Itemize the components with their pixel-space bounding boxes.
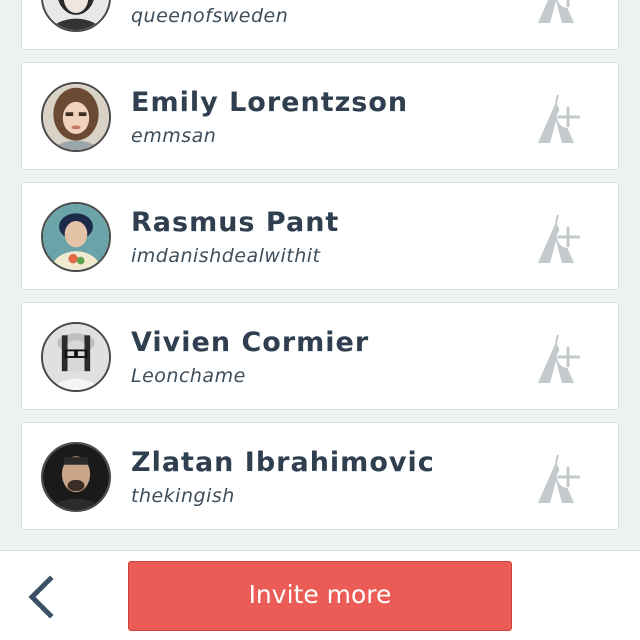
avatar-man-icon [43,204,109,270]
tent-add-icon [538,0,579,23]
avatar [41,442,111,512]
contact-card[interactable]: Zlatan Ibrahimovic thekingish [21,422,619,530]
contact-name: Vivien Cormier [131,327,370,358]
avatar-woman-icon [43,84,109,150]
contact-handle: emmsan [131,125,217,147]
avatar-man-icon [43,444,109,510]
avatar [41,82,111,152]
invite-more-button[interactable]: Invite more [128,561,512,631]
contact-list: queenofsweden Emily Lorentzson emmsan Ra… [0,0,640,550]
tent-add-icon [538,334,580,383]
contact-card[interactable]: queenofsweden [21,0,619,50]
contact-card[interactable]: Emily Lorentzson emmsan [21,62,619,170]
add-contact-button[interactable] [534,447,594,507]
add-contact-button[interactable] [534,207,594,267]
contact-name: Emily Lorentzson [131,87,409,118]
contact-card[interactable]: Rasmus Pant imdanishdealwithit [21,182,619,290]
avatar [41,202,111,272]
add-contact-button[interactable] [534,87,594,147]
tent-add-icon [538,94,580,143]
add-contact-button[interactable] [534,0,594,27]
contact-handle: thekingish [131,485,235,507]
contact-name: Zlatan Ibrahimovic [131,447,435,478]
contact-handle: Leonchame [131,365,246,387]
contact-handle: queenofsweden [131,5,289,27]
add-contact-button[interactable] [534,327,594,387]
contact-handle: imdanishdealwithit [131,245,321,267]
back-button[interactable] [22,575,62,619]
avatar-woman-icon [43,0,109,30]
footer-bar: Invite more [0,550,640,640]
avatar [41,0,111,32]
chevron-left-icon [28,575,54,619]
avatar-man-glasses-icon [43,324,109,390]
contact-card[interactable]: Vivien Cormier Leonchame [21,302,619,410]
tent-add-icon [538,214,580,263]
contact-name: Rasmus Pant [131,207,340,238]
tent-add-icon [538,454,580,503]
avatar [41,322,111,392]
